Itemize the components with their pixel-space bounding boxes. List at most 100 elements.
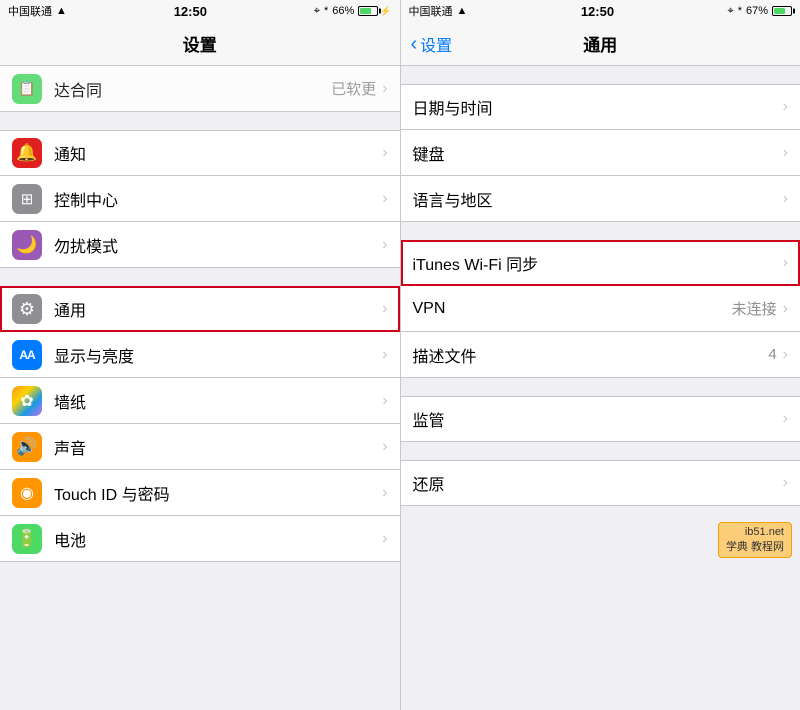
profile-value: 4 xyxy=(768,346,776,363)
datetime-label: 日期与时间 xyxy=(413,95,783,119)
watermark-area: ib51.net 学典 教程网 xyxy=(401,506,800,566)
right-panel: 中国联通 ▲ 12:50 ⌖ * 67% ‹ 设置 通用 日期与时间 xyxy=(401,0,800,710)
partial-row-icon: 📋 xyxy=(12,74,42,104)
vpn-label: VPN xyxy=(413,300,732,318)
control-center-icon: ⊞ xyxy=(12,184,42,214)
display-label: 显示与亮度 xyxy=(54,343,382,367)
left-carrier: 中国联通 xyxy=(8,3,52,19)
left-gap-1 xyxy=(0,112,400,130)
right-battery-pct: 67% xyxy=(746,5,768,17)
notification-chevron: › xyxy=(382,144,387,162)
reset-label: 还原 xyxy=(413,471,783,495)
right-bluetooth-icon: * xyxy=(738,5,742,17)
wallpaper-label: 墙纸 xyxy=(54,389,382,413)
touchid-chevron: › xyxy=(382,484,387,502)
notification-label: 通知 xyxy=(54,141,382,165)
row-battery[interactable]: 🔋 电池 › xyxy=(0,516,400,562)
dnd-icon: 🌙 xyxy=(12,230,42,260)
right-nav-title: 通用 xyxy=(583,31,617,56)
right-section-3: 监管 › xyxy=(401,396,800,442)
row-general[interactable]: ⚙ 通用 › xyxy=(0,286,400,332)
row-sounds[interactable]: 🔊 声音 › xyxy=(0,424,400,470)
vpn-value: 未连接 xyxy=(732,298,777,319)
language-label: 语言与地区 xyxy=(413,187,783,211)
row-language[interactable]: 语言与地区 › xyxy=(401,176,800,222)
row-itunes-wifi[interactable]: iTunes Wi-Fi 同步 › xyxy=(401,240,800,286)
left-section-2: ⚙ 通用 › AA 显示与亮度 › ✿ 墙纸 › 🔊 声音 › ◉ Touch xyxy=(0,286,400,562)
left-wifi-icon: ▲ xyxy=(56,5,67,17)
row-control-center[interactable]: ⊞ 控制中心 › xyxy=(0,176,400,222)
sounds-label: 声音 xyxy=(54,435,382,459)
language-chevron: › xyxy=(783,190,788,208)
right-battery-box xyxy=(772,6,792,16)
left-battery-box: ⚡ xyxy=(358,6,391,17)
partial-row[interactable]: 📋 达合同 已软更 › xyxy=(0,66,400,112)
control-center-label: 控制中心 xyxy=(54,187,382,211)
battery-icon: 🔋 xyxy=(12,524,42,554)
itunes-wifi-label: iTunes Wi-Fi 同步 xyxy=(413,251,783,275)
keyboard-chevron: › xyxy=(783,144,788,162)
row-supervision[interactable]: 监管 › xyxy=(401,396,800,442)
dnd-chevron: › xyxy=(382,236,387,254)
reset-chevron: › xyxy=(783,474,788,492)
right-carrier: 中国联通 xyxy=(409,3,453,19)
row-profile[interactable]: 描述文件 4 › xyxy=(401,332,800,378)
right-section-1: 日期与时间 › 键盘 › 语言与地区 › xyxy=(401,84,800,222)
left-charging-icon: ⚡ xyxy=(380,6,391,17)
touchid-label: Touch ID 与密码 xyxy=(54,481,382,505)
right-nav-back[interactable]: ‹ 设置 xyxy=(411,32,453,56)
row-touchid[interactable]: ◉ Touch ID 与密码 › xyxy=(0,470,400,516)
itunes-chevron: › xyxy=(783,254,788,272)
row-reset[interactable]: 还原 › xyxy=(401,460,800,506)
right-section-2: iTunes Wi-Fi 同步 › VPN 未连接 › 描述文件 4 › xyxy=(401,240,800,378)
right-gap-3 xyxy=(401,442,800,460)
right-nav-bar: ‹ 设置 通用 xyxy=(401,22,800,66)
row-datetime[interactable]: 日期与时间 › xyxy=(401,84,800,130)
vpn-chevron: › xyxy=(783,300,788,318)
sounds-icon: 🔊 xyxy=(12,432,42,462)
keyboard-label: 键盘 xyxy=(413,141,783,165)
wallpaper-icon: ✿ xyxy=(12,386,42,416)
left-battery-pct: 66% xyxy=(332,5,354,17)
right-gap-0 xyxy=(401,66,800,84)
row-keyboard[interactable]: 键盘 › xyxy=(401,130,800,176)
left-bluetooth-icon: * xyxy=(324,5,328,17)
left-nav-bar: 设置 xyxy=(0,22,400,66)
display-icon: AA xyxy=(12,340,42,370)
watermark: ib51.net 学典 教程网 xyxy=(718,522,792,558)
left-gap-2 xyxy=(0,268,400,286)
notification-icon: 🔔 xyxy=(12,138,42,168)
profile-label: 描述文件 xyxy=(413,343,769,367)
watermark-site: ib51.net xyxy=(726,526,784,538)
partial-row-label: 达合同 xyxy=(54,77,331,101)
partial-row-value: 已软更 xyxy=(331,78,376,99)
battery-label: 电池 xyxy=(54,527,382,551)
row-display[interactable]: AA 显示与亮度 › xyxy=(0,332,400,378)
left-settings-list[interactable]: 📋 达合同 已软更 › 🔔 通知 › ⊞ 控制中心 › 🌙 勿扰模式 › xyxy=(0,66,400,710)
right-settings-list[interactable]: 日期与时间 › 键盘 › 语言与地区 › iTunes Wi-Fi 同步 › V… xyxy=(401,66,800,710)
right-location-icon: ⌖ xyxy=(727,5,733,18)
row-notification[interactable]: 🔔 通知 › xyxy=(0,130,400,176)
row-vpn[interactable]: VPN 未连接 › xyxy=(401,286,800,332)
partial-chevron-icon: › xyxy=(382,80,387,98)
profile-chevron: › xyxy=(783,346,788,364)
left-panel: 中国联通 ▲ 12:50 ⌖ * 66% ⚡ 设置 📋 达合同 已软更 › xyxy=(0,0,400,710)
left-time: 12:50 xyxy=(174,4,207,19)
display-chevron: › xyxy=(382,346,387,364)
back-label: 设置 xyxy=(420,32,452,56)
supervision-chevron: › xyxy=(783,410,788,428)
left-section-1: 🔔 通知 › ⊞ 控制中心 › 🌙 勿扰模式 › xyxy=(0,130,400,268)
sounds-chevron: › xyxy=(382,438,387,456)
right-gap-2 xyxy=(401,378,800,396)
dnd-label: 勿扰模式 xyxy=(54,233,382,257)
battery-chevron: › xyxy=(382,530,387,548)
datetime-chevron: › xyxy=(783,98,788,116)
watermark-name: 学典 教程网 xyxy=(726,538,784,554)
row-wallpaper[interactable]: ✿ 墙纸 › xyxy=(0,378,400,424)
supervision-label: 监管 xyxy=(413,407,783,431)
wallpaper-chevron: › xyxy=(382,392,387,410)
control-center-chevron: › xyxy=(382,190,387,208)
general-icon: ⚙ xyxy=(12,294,42,324)
row-dnd[interactable]: 🌙 勿扰模式 › xyxy=(0,222,400,268)
right-wifi-icon: ▲ xyxy=(457,5,468,17)
